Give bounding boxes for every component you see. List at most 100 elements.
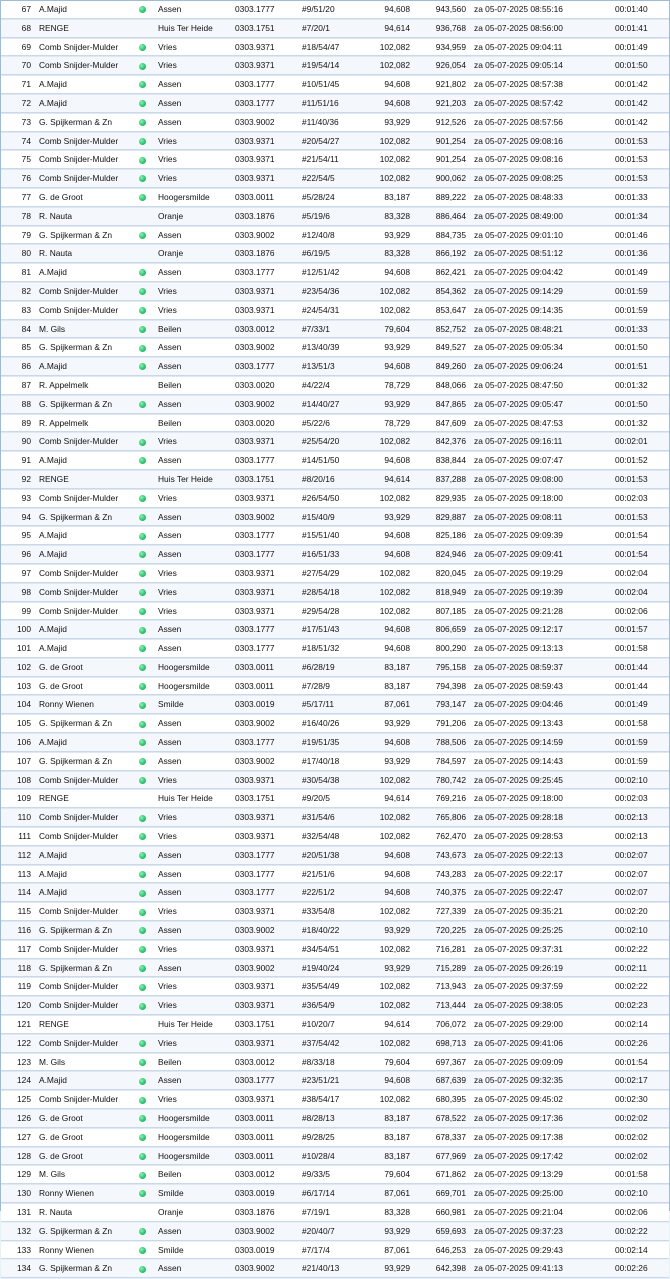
position-cell: 119 xyxy=(1,978,35,997)
distance-cell: 93,929 xyxy=(360,715,410,734)
member-number-cell: 0303.1751 xyxy=(233,790,300,809)
location-cell: Vries xyxy=(154,602,233,621)
fancier-name-cell: A.Majid xyxy=(35,452,137,470)
distance-cell: 102,082 xyxy=(360,978,410,997)
location-cell: Assen xyxy=(154,395,233,414)
distance-cell: 102,082 xyxy=(360,282,410,301)
status-dot-cell xyxy=(137,997,154,1016)
flight-duration-cell: 00:01:49 xyxy=(609,38,669,57)
fancier-name-cell: G. de Groot xyxy=(35,677,137,696)
position-cell: 96 xyxy=(1,546,35,564)
location-cell: Assen xyxy=(154,752,233,771)
speed-cell: 788,506 xyxy=(410,734,466,752)
pigeon-ref-cell: #8/33/18 xyxy=(300,1053,360,1072)
arrival-time-cell: za 05-07-2025 09:22:13 xyxy=(466,846,609,865)
pigeon-ref-cell: #9/33/5 xyxy=(300,1166,360,1185)
table-row: 79 G. Spijkerman & Zn Assen 0303.9002 #12/40… xyxy=(1,226,669,245)
arrival-time-cell: za 05-07-2025 09:08:25 xyxy=(466,170,609,188)
flight-duration-cell: 00:01:58 xyxy=(609,1166,669,1185)
flight-duration-cell: 00:01:53 xyxy=(609,470,669,489)
table-row: 103 G. de Groot Hoogersmilde 0303.0011 #7/28… xyxy=(1,677,669,696)
distance-cell: 102,082 xyxy=(360,489,410,508)
fancier-name-cell: Comb Snijder-Mulder xyxy=(35,38,137,57)
member-number-cell: 0303.9371 xyxy=(233,301,300,320)
position-cell: 125 xyxy=(1,1091,35,1110)
arrival-time-cell: za 05-07-2025 08:56:00 xyxy=(466,19,609,38)
online-status-icon xyxy=(139,495,146,502)
location-cell: Assen xyxy=(154,508,233,527)
speed-cell: 678,522 xyxy=(410,1110,466,1128)
flight-duration-cell: 00:02:13 xyxy=(609,828,669,846)
flight-duration-cell: 00:02:02 xyxy=(609,1128,669,1147)
online-status-icon xyxy=(139,927,146,935)
status-dot-cell xyxy=(137,1147,154,1166)
pigeon-ref-cell: #8/28/13 xyxy=(300,1110,360,1128)
location-cell: Assen xyxy=(154,1072,233,1091)
status-dot-cell xyxy=(137,339,154,358)
arrival-time-cell: za 05-07-2025 09:19:39 xyxy=(466,583,609,602)
status-dot-cell xyxy=(137,564,154,583)
online-status-icon xyxy=(139,119,146,127)
location-cell: Smilde xyxy=(154,696,233,715)
position-cell: 67 xyxy=(1,1,35,19)
speed-cell: 900,062 xyxy=(410,170,466,188)
member-number-cell: 0303.1777 xyxy=(233,884,300,903)
speed-cell: 936,768 xyxy=(410,19,466,38)
arrival-time-cell: za 05-07-2025 09:14:35 xyxy=(466,301,609,320)
location-cell: Assen xyxy=(154,1222,233,1241)
fancier-name-cell: Comb Snijder-Mulder xyxy=(35,1034,137,1053)
location-cell: Vries xyxy=(154,282,233,301)
location-cell: Assen xyxy=(154,94,233,113)
pigeon-ref-cell: #21/51/6 xyxy=(300,865,360,884)
pigeon-ref-cell: #9/20/5 xyxy=(300,790,360,809)
pigeon-ref-cell: #7/17/4 xyxy=(300,1241,360,1260)
table-row: 110 Comb Snijder-Mulder Vries 0303.9371 #31/… xyxy=(1,809,669,828)
online-status-icon xyxy=(139,964,146,972)
online-status-icon xyxy=(139,682,146,690)
status-dot-cell xyxy=(137,978,154,997)
location-cell: Vries xyxy=(154,1091,233,1110)
location-cell: Assen xyxy=(154,226,233,245)
table-row: 94 G. Spijkerman & Zn Assen 0303.9002 #15/40… xyxy=(1,508,669,527)
online-status-icon xyxy=(139,720,146,728)
fancier-name-cell: M. Gils xyxy=(35,320,137,339)
online-status-icon xyxy=(139,307,146,315)
table-row: 90 Comb Snijder-Mulder Vries 0303.9371 #25/5… xyxy=(1,433,669,452)
member-number-cell: 0303.1777 xyxy=(233,264,300,282)
distance-cell: 102,082 xyxy=(360,903,410,922)
arrival-time-cell: za 05-07-2025 08:49:00 xyxy=(466,207,609,226)
position-cell: 120 xyxy=(1,997,35,1016)
arrival-time-cell: za 05-07-2025 09:37:23 xyxy=(466,1222,609,1241)
fancier-name-cell: G. Spijkerman & Zn xyxy=(35,922,137,940)
distance-cell: 94,608 xyxy=(360,546,410,564)
flight-duration-cell: 00:02:06 xyxy=(609,602,669,621)
member-number-cell: 0303.9002 xyxy=(233,395,300,414)
arrival-time-cell: za 05-07-2025 08:59:43 xyxy=(466,677,609,696)
flight-duration-cell: 00:02:17 xyxy=(609,1072,669,1091)
flight-duration-cell: 00:01:59 xyxy=(609,301,669,320)
online-status-icon xyxy=(139,1228,146,1236)
speed-cell: 838,844 xyxy=(410,452,466,470)
status-dot-cell xyxy=(137,264,154,282)
pigeon-ref-cell: #9/28/25 xyxy=(300,1128,360,1147)
table-row: 101 A.Majid Assen 0303.1777 #18/51/32 94,608 8… xyxy=(1,640,669,658)
location-cell: Vries xyxy=(154,301,233,320)
status-dot-cell xyxy=(137,113,154,132)
status-dot-cell xyxy=(137,132,154,151)
table-row: 82 Comb Snijder-Mulder Vries 0303.9371 #23/5… xyxy=(1,282,669,301)
location-cell: Vries xyxy=(154,38,233,57)
position-cell: 78 xyxy=(1,207,35,226)
location-cell: Hoogersmilde xyxy=(154,658,233,677)
status-dot-cell xyxy=(137,282,154,301)
position-cell: 104 xyxy=(1,696,35,715)
table-row: 83 Comb Snijder-Mulder Vries 0303.9371 #24/5… xyxy=(1,301,669,320)
fancier-name-cell: M. Gils xyxy=(35,1053,137,1072)
distance-cell: 94,608 xyxy=(360,865,410,884)
speed-cell: 769,216 xyxy=(410,790,466,809)
flight-duration-cell: 00:01:51 xyxy=(609,358,669,376)
flight-duration-cell: 00:02:13 xyxy=(609,809,669,828)
distance-cell: 94,608 xyxy=(360,621,410,640)
status-dot-cell xyxy=(137,696,154,715)
member-number-cell: 0303.0012 xyxy=(233,1053,300,1072)
speed-cell: 743,673 xyxy=(410,846,466,865)
